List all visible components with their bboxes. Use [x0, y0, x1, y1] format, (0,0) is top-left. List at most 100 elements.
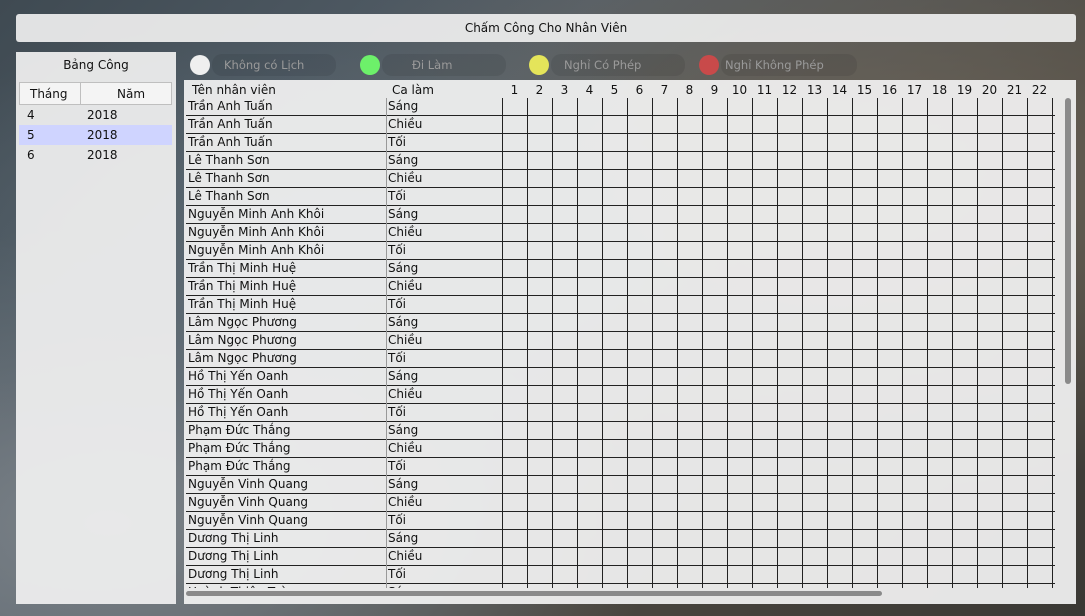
- day-cell-border: [1052, 512, 1053, 530]
- column-header-day[interactable]: 7: [652, 83, 677, 97]
- column-header-day[interactable]: 21: [1002, 83, 1027, 97]
- day-cell-border: [652, 530, 653, 548]
- day-cell-border: [677, 458, 678, 476]
- column-header-day[interactable]: 6: [627, 83, 652, 97]
- column-header-day[interactable]: 11: [752, 83, 777, 97]
- day-cell-border: [977, 188, 978, 206]
- day-cell-border: [627, 530, 628, 548]
- day-cell-border: [652, 350, 653, 368]
- day-cell-border: [927, 422, 928, 440]
- column-header-day[interactable]: 3: [552, 83, 577, 97]
- day-cell-border: [902, 512, 903, 530]
- employee-name-cell: Lê Thanh Sơn: [188, 171, 270, 185]
- column-header-day[interactable]: 20: [977, 83, 1002, 97]
- day-cell-border: [1052, 548, 1053, 566]
- day-cell-border: [677, 242, 678, 260]
- day-cell-border: [577, 566, 578, 584]
- column-header-day[interactable]: 1: [502, 83, 527, 97]
- column-header-month[interactable]: Tháng: [20, 83, 81, 104]
- column-header-day[interactable]: 12: [777, 83, 802, 97]
- employee-name-cell: Dương Thị Linh: [188, 531, 279, 545]
- day-cell-border: [652, 422, 653, 440]
- day-cell-border: [502, 512, 503, 530]
- day-cell-border: [552, 458, 553, 476]
- column-header-day[interactable]: 17: [902, 83, 927, 97]
- horizontal-scrollbar-thumb[interactable]: [186, 591, 882, 596]
- column-header-day[interactable]: 16: [877, 83, 902, 97]
- day-cell-border: [777, 530, 778, 548]
- column-header-day[interactable]: 14: [827, 83, 852, 97]
- shift-cell: Chiều: [388, 333, 423, 347]
- column-header-day[interactable]: 8: [677, 83, 702, 97]
- column-header-day[interactable]: 15: [852, 83, 877, 97]
- month-row[interactable]: 4 2018: [19, 105, 172, 125]
- day-cell-border: [602, 206, 603, 224]
- column-header-day[interactable]: 9: [702, 83, 727, 97]
- column-header-shift[interactable]: Ca làm: [392, 83, 434, 97]
- day-cell-border: [627, 98, 628, 116]
- shift-cell: Tối: [388, 351, 407, 365]
- day-cell-border: [652, 476, 653, 494]
- day-cell-border: [527, 224, 528, 242]
- day-cell-border: [1027, 296, 1028, 314]
- column-header-day[interactable]: 18: [927, 83, 952, 97]
- day-cell-border: [652, 98, 653, 116]
- column-header-day[interactable]: 4: [577, 83, 602, 97]
- column-header-day[interactable]: 5: [602, 83, 627, 97]
- day-cell-border: [527, 170, 528, 188]
- day-cell-border: [827, 314, 828, 332]
- attendance-row: Lâm Ngọc Phương Sáng: [186, 314, 1055, 332]
- day-cell-border: [927, 332, 928, 350]
- day-cell-border: [677, 350, 678, 368]
- month-row[interactable]: 6 2018: [19, 145, 172, 165]
- vertical-scrollbar[interactable]: [1064, 98, 1072, 588]
- day-cell-border: [827, 98, 828, 116]
- day-cell-border: [552, 422, 553, 440]
- column-header-day[interactable]: 13: [802, 83, 827, 97]
- day-cell-border: [752, 440, 753, 458]
- shift-cell: Tối: [388, 513, 407, 527]
- month-row-selected[interactable]: 5 2018: [19, 125, 172, 145]
- day-cell-border: [502, 242, 503, 260]
- day-cell-border: [502, 494, 503, 512]
- day-cell-border: [677, 152, 678, 170]
- day-cell-border: [552, 530, 553, 548]
- column-header-day[interactable]: 2: [527, 83, 552, 97]
- day-cell-border: [852, 134, 853, 152]
- day-cell-border: [752, 296, 753, 314]
- column-separator: [386, 350, 387, 368]
- day-cell-border: [802, 170, 803, 188]
- horizontal-scrollbar[interactable]: [186, 590, 1055, 596]
- day-cell-border: [827, 440, 828, 458]
- day-cell-border: [552, 548, 553, 566]
- employee-name-cell: Lê Thanh Sơn: [188, 153, 270, 167]
- day-cell-border: [1052, 440, 1053, 458]
- column-header-day[interactable]: 19: [952, 83, 977, 97]
- day-cell-border: [627, 332, 628, 350]
- day-cell-border: [1027, 404, 1028, 422]
- day-cell-border: [952, 386, 953, 404]
- column-header-year[interactable]: Năm: [81, 83, 145, 104]
- vertical-scrollbar-thumb[interactable]: [1065, 98, 1071, 384]
- day-cell-border: [877, 458, 878, 476]
- day-cell-border: [727, 386, 728, 404]
- day-cell-border: [727, 242, 728, 260]
- day-cell-border: [927, 260, 928, 278]
- column-header-day[interactable]: 22: [1027, 83, 1052, 97]
- day-cell-border: [527, 458, 528, 476]
- day-cell-border: [577, 98, 578, 116]
- day-cell-border: [877, 170, 878, 188]
- day-cell-border: [652, 386, 653, 404]
- day-cell-border: [1002, 476, 1003, 494]
- day-cell-border: [502, 350, 503, 368]
- day-cell-border: [877, 314, 878, 332]
- column-separator: [386, 152, 387, 170]
- employee-name-cell: Nguyễn Vinh Quang: [188, 495, 309, 509]
- day-cell-border: [1002, 260, 1003, 278]
- day-cell-border: [952, 98, 953, 116]
- column-header-employee-name[interactable]: Tên nhân viên: [192, 83, 276, 97]
- column-separator: [386, 512, 387, 530]
- day-cell-border: [1002, 566, 1003, 584]
- column-header-day[interactable]: 10: [727, 83, 752, 97]
- day-cell-border: [702, 494, 703, 512]
